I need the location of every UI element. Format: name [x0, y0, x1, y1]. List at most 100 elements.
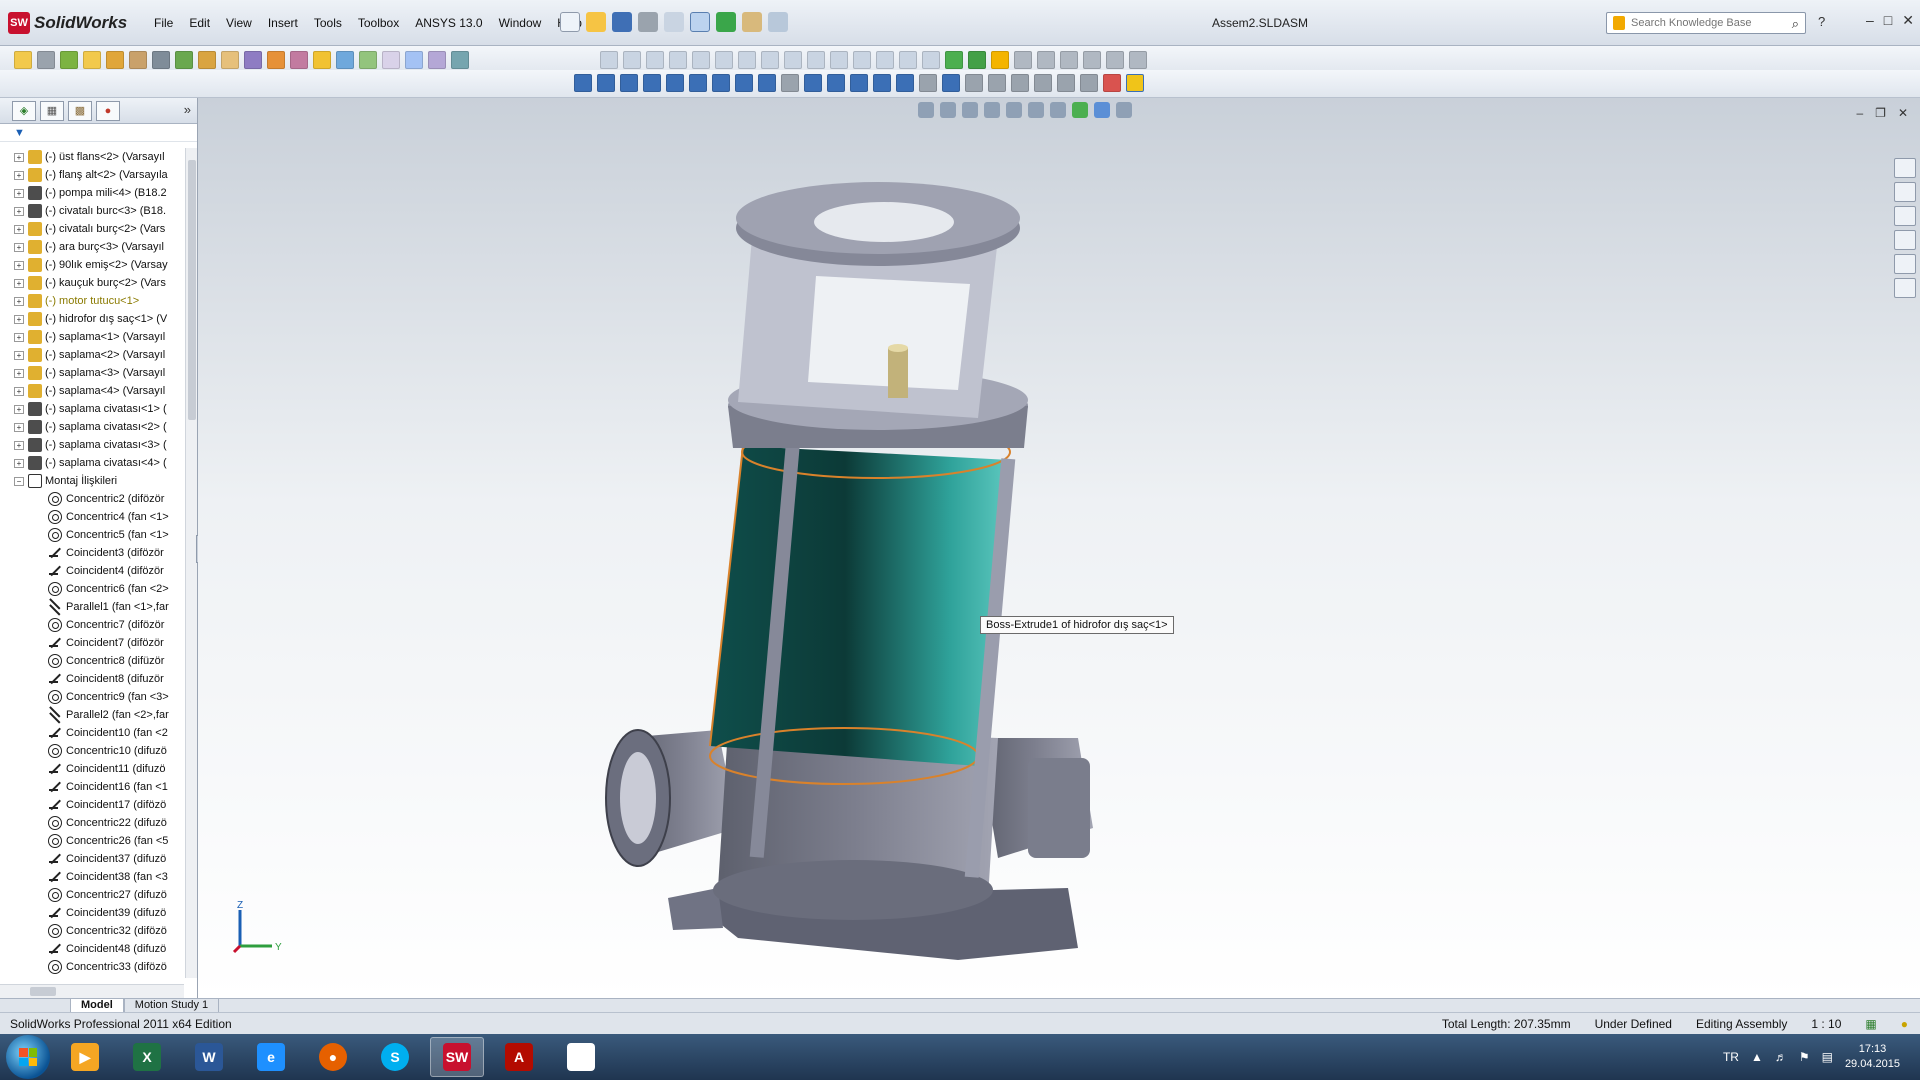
ambient-occlusion-icon[interactable]: [1083, 51, 1101, 69]
tree-mate-row[interactable]: Concentric4 (fan <1>: [0, 508, 184, 526]
inlet-fitting[interactable]: [605, 729, 738, 867]
expand-toggle-icon[interactable]: +: [14, 278, 24, 288]
tree-mate-row[interactable]: Coincident4 (difözör: [0, 562, 184, 580]
tree-mate-row[interactable]: Concentric8 (difüzör: [0, 652, 184, 670]
text-sketch-icon[interactable]: [922, 51, 940, 69]
point-icon[interactable]: [850, 74, 868, 92]
taskbar-firefox[interactable]: ●: [306, 1037, 360, 1077]
new-document-icon[interactable]: [560, 12, 580, 32]
scrollbar-thumb[interactable]: [188, 160, 196, 420]
clearance-verification-icon[interactable]: [313, 51, 331, 69]
insert-components-icon[interactable]: [14, 51, 32, 69]
reference-geometry-icon[interactable]: [175, 51, 193, 69]
tree-vertical-scrollbar[interactable]: [185, 148, 197, 978]
taskbar-excel[interactable]: X: [120, 1037, 174, 1077]
search-icon[interactable]: ⌕: [1792, 16, 1799, 32]
expand-toggle-icon[interactable]: +: [14, 332, 24, 342]
construction-geometry-icon[interactable]: [853, 51, 871, 69]
tree-component-row[interactable]: + (-) motor tutucu<1>: [0, 292, 184, 310]
select-arrow-icon[interactable]: [690, 12, 710, 32]
tree-component-row[interactable]: + (-) saplama civatası<2> (: [0, 418, 184, 436]
expand-toggle-icon[interactable]: +: [14, 224, 24, 234]
tree-mate-row[interactable]: Concentric10 (difuzö: [0, 742, 184, 760]
taskbar-media-player[interactable]: ▶: [58, 1037, 112, 1077]
rectangle-icon[interactable]: [643, 74, 661, 92]
new-motion-study-icon[interactable]: [198, 51, 216, 69]
tree-component-row[interactable]: + (-) üst flans<2> (Varsayıl: [0, 148, 184, 166]
realview-icon[interactable]: [1060, 51, 1078, 69]
quick-snaps-icon[interactable]: [1103, 74, 1121, 92]
menu-window[interactable]: Window: [491, 14, 550, 32]
tree-mate-row[interactable]: Coincident48 (difuzö: [0, 940, 184, 958]
circle-icon[interactable]: [689, 74, 707, 92]
appearances-tab[interactable]: [1894, 254, 1916, 274]
chamfer-sketch-icon[interactable]: [899, 51, 917, 69]
scrollbar-thumb[interactable]: [30, 987, 56, 996]
tree-component-row[interactable]: + (-) pompa mili<4> (B18.2: [0, 184, 184, 202]
tree-mate-row[interactable]: Concentric5 (fan <1>: [0, 526, 184, 544]
tree-filter[interactable]: ▼: [0, 124, 197, 142]
view-palette-tab[interactable]: [1894, 230, 1916, 250]
minimize-icon[interactable]: –: [1866, 12, 1874, 29]
offset-icon[interactable]: [942, 74, 960, 92]
solidworks-resources-tab[interactable]: [1894, 158, 1916, 178]
mirror-components-icon[interactable]: [451, 51, 469, 69]
linear-pattern-icon[interactable]: [60, 51, 78, 69]
language-indicator[interactable]: TR: [1723, 1050, 1739, 1064]
tree-mate-row[interactable]: Concentric7 (difözör: [0, 616, 184, 634]
mirror-entities-icon[interactable]: [919, 74, 937, 92]
save-icon[interactable]: [612, 12, 632, 32]
tree-component-row[interactable]: + (-) saplama civatası<4> (: [0, 454, 184, 472]
plane-icon[interactable]: [804, 74, 822, 92]
tree-mate-row[interactable]: Concentric9 (fan <3>: [0, 688, 184, 706]
fillet-sketch-icon[interactable]: [876, 51, 894, 69]
tree-mate-row[interactable]: Coincident7 (difözör: [0, 634, 184, 652]
configuration-manager-tab[interactable]: ▩: [68, 100, 92, 121]
tree-component-row[interactable]: + (-) 90lık emiş<2> (Varsay: [0, 256, 184, 274]
centerline-icon[interactable]: [873, 74, 891, 92]
tree-component-row[interactable]: + (-) civatalı burc<3> (B18.: [0, 202, 184, 220]
shadows-icon[interactable]: [1037, 51, 1055, 69]
search-input[interactable]: [1631, 17, 1781, 29]
custom-properties-tab[interactable]: [1894, 278, 1916, 298]
show-hidden-icons-icon[interactable]: ▲: [1751, 1050, 1763, 1064]
sketch-icon-2[interactable]: [574, 74, 592, 92]
tree-mate-row[interactable]: Coincident11 (difuzö: [0, 760, 184, 778]
extend-entities-icon[interactable]: [669, 51, 687, 69]
status-scale[interactable]: 1 : 10: [1799, 1017, 1853, 1031]
tree-mate-row[interactable]: Coincident16 (fan <1: [0, 778, 184, 796]
scene-icon[interactable]: [991, 51, 1009, 69]
property-manager-tab[interactable]: ▦: [40, 100, 64, 121]
menu-toolbox[interactable]: Toolbox: [350, 14, 407, 32]
tree-component-row[interactable]: + (-) saplama<4> (Varsayıl: [0, 382, 184, 400]
graphics-area[interactable]: – ❐ ✕ Boss-Extrude1 of hidrofor dış saç<…: [198, 98, 1920, 998]
expand-toggle-icon[interactable]: +: [14, 368, 24, 378]
sketch-icon[interactable]: [382, 51, 400, 69]
assembly-model[interactable]: [198, 98, 1920, 998]
smart-fasteners-icon[interactable]: [83, 51, 101, 69]
collapse-toggle-icon[interactable]: −: [14, 476, 24, 486]
taskbar-internet-explorer[interactable]: e: [244, 1037, 298, 1077]
smart-dimension-icon[interactable]: [405, 51, 423, 69]
network-icon[interactable]: ▤: [1822, 1050, 1833, 1064]
repair-sketch-icon[interactable]: [1080, 74, 1098, 92]
taskbar-acrobat[interactable]: A: [492, 1037, 546, 1077]
menu-view[interactable]: View: [218, 14, 260, 32]
expand-toggle-icon[interactable]: +: [14, 350, 24, 360]
slot-icon[interactable]: [666, 74, 684, 92]
tree-mate-row[interactable]: Concentric22 (difuzö: [0, 814, 184, 832]
interference-detection-icon[interactable]: [290, 51, 308, 69]
tree-component-row[interactable]: + (-) hidrofor dış saç<1> (V: [0, 310, 184, 328]
tree-mate-row[interactable]: Coincident37 (difuzö: [0, 850, 184, 868]
smart-dimension-icon-2[interactable]: [597, 74, 615, 92]
expand-toggle-icon[interactable]: +: [14, 170, 24, 180]
tab-model[interactable]: Model: [70, 998, 124, 1013]
menu-insert[interactable]: Insert: [260, 14, 306, 32]
tree-component-row[interactable]: + (-) saplama<1> (Varsayıl: [0, 328, 184, 346]
tree-component-row[interactable]: + (-) saplama civatası<1> (: [0, 400, 184, 418]
offset-entities-icon[interactable]: [600, 51, 618, 69]
expand-toggle-icon[interactable]: +: [14, 206, 24, 216]
hidrofor-outer-shell[interactable]: [709, 425, 1011, 785]
arc-icon[interactable]: [712, 74, 730, 92]
expand-toggle-icon[interactable]: +: [14, 386, 24, 396]
